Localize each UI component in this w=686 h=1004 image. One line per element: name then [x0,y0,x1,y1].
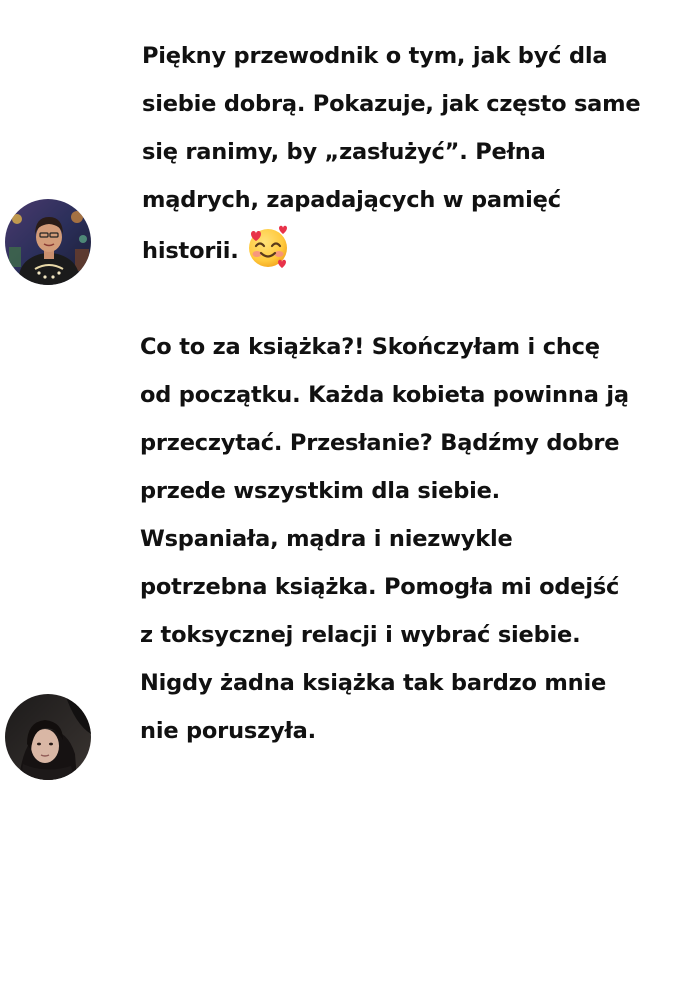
review-text-content: Co to za książka?! Skończyłam i chcę od … [140,334,629,744]
reviewer-avatar [5,199,91,285]
smiling-face-with-hearts-icon [245,224,291,270]
review-text-content: Piękny przewodnik o tym, jak być dla sie… [142,43,641,264]
woman-portrait-avatar-icon [5,199,91,285]
girl-portrait-avatar-icon [5,694,91,780]
review-text: Piękny przewodnik o tym, jak być dla sie… [142,32,641,275]
review-text: Co to za książka?! Skończyłam i chcę od … [140,323,629,755]
reviewer-avatar [5,694,91,780]
